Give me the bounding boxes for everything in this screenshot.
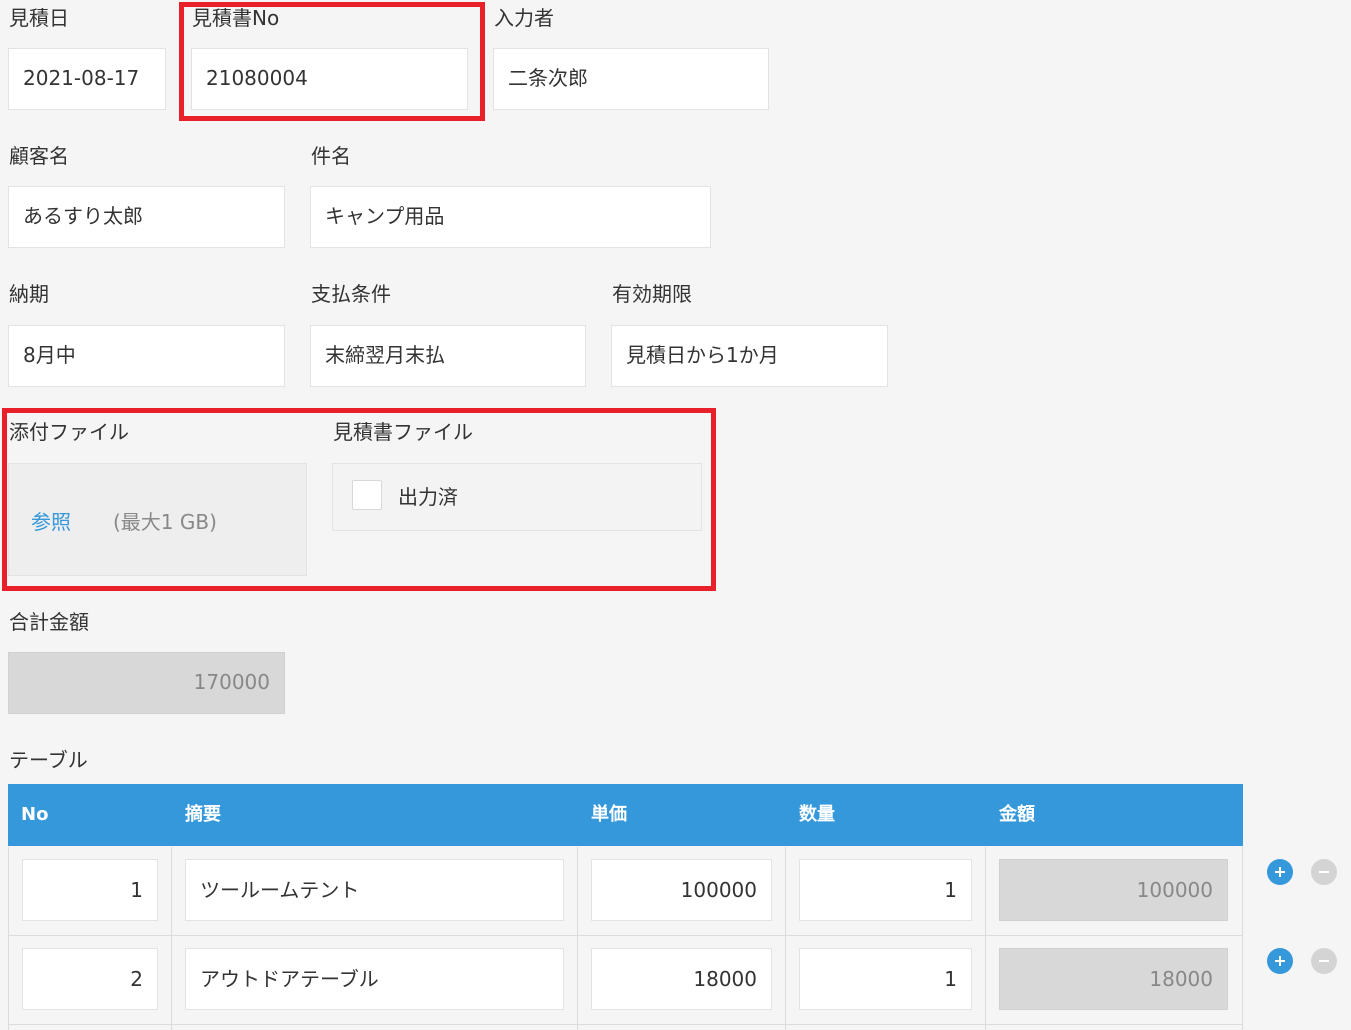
delivery-field[interactable]: 8月中 xyxy=(8,325,285,387)
subject-field[interactable]: キャンプ用品 xyxy=(310,186,711,248)
browse-link[interactable]: 参照 xyxy=(31,506,71,535)
entered-by-field[interactable]: 二条次郎 xyxy=(493,48,769,110)
attachment-dropzone[interactable]: 参照 (最大1 GB) xyxy=(8,463,307,576)
delivery-label: 納期 xyxy=(9,282,49,306)
max-size-text: (最大1 GB) xyxy=(113,510,217,534)
total-label: 合計金額 xyxy=(9,610,89,634)
row-quantity-input[interactable]: 1 xyxy=(799,859,972,921)
row-quantity-input[interactable]: 1 xyxy=(799,948,972,1010)
col-header-unit-price: 単価 xyxy=(591,804,627,825)
row-unit-price-input[interactable]: 100000 xyxy=(591,859,772,921)
row-unit-price-input[interactable]: 18000 xyxy=(591,948,772,1010)
col-header-quantity: 数量 xyxy=(799,804,835,825)
row-description-input[interactable]: アウトドアテーブル xyxy=(185,948,564,1010)
row-description-input[interactable]: ツールームテント xyxy=(185,859,564,921)
estimate-file-label: 見積書ファイル xyxy=(333,420,473,444)
minus-icon xyxy=(1319,960,1329,962)
estimate-date-field[interactable]: 2021-08-17 xyxy=(8,48,166,110)
validity-field[interactable]: 見積日から1か月 xyxy=(611,325,888,387)
remove-row-button[interactable] xyxy=(1311,948,1337,974)
add-row-button[interactable] xyxy=(1267,948,1293,974)
add-row-button[interactable] xyxy=(1267,859,1293,885)
output-done-checkbox[interactable] xyxy=(352,480,382,510)
attachment-label: 添付ファイル xyxy=(9,420,129,444)
plus-icon xyxy=(1275,867,1285,877)
entered-by-label: 入力者 xyxy=(494,6,554,30)
col-header-description: 摘要 xyxy=(185,804,221,825)
row-amount-field: 100000 xyxy=(999,859,1228,921)
validity-label: 有効期限 xyxy=(612,282,692,306)
plus-icon xyxy=(1275,956,1285,966)
estimate-file-checkbox-group: 出力済 xyxy=(332,463,702,531)
estimate-no-field[interactable]: 21080004 xyxy=(191,48,468,110)
estimate-date-label: 見積日 xyxy=(9,6,69,30)
estimate-no-label: 見積書No xyxy=(192,6,280,30)
row-no-input[interactable]: 2 xyxy=(22,948,158,1010)
payment-terms-label: 支払条件 xyxy=(311,282,391,306)
customer-name-label: 顧客名 xyxy=(9,144,69,168)
col-header-amount: 金額 xyxy=(999,804,1035,825)
col-header-no: No xyxy=(21,804,49,825)
table-label: テーブル xyxy=(9,748,88,772)
output-done-label[interactable]: 出力済 xyxy=(398,481,458,510)
row-amount-field: 18000 xyxy=(999,948,1228,1010)
table-row: 1 ツールームテント 100000 1 100000 xyxy=(8,847,1243,936)
minus-icon xyxy=(1319,871,1329,873)
table-row: 2 アウトドアテーブル 18000 1 18000 xyxy=(8,936,1243,1025)
subject-label: 件名 xyxy=(311,144,351,168)
remove-row-button[interactable] xyxy=(1311,859,1337,885)
table-row xyxy=(8,1025,1243,1030)
table-header: No 摘要 単価 数量 金額 xyxy=(8,784,1243,846)
total-amount-field: 170000 xyxy=(8,652,285,714)
payment-terms-field[interactable]: 末締翌月末払 xyxy=(310,325,586,387)
row-no-input[interactable]: 1 xyxy=(22,859,158,921)
customer-name-field[interactable]: あるすり太郎 xyxy=(8,186,285,248)
